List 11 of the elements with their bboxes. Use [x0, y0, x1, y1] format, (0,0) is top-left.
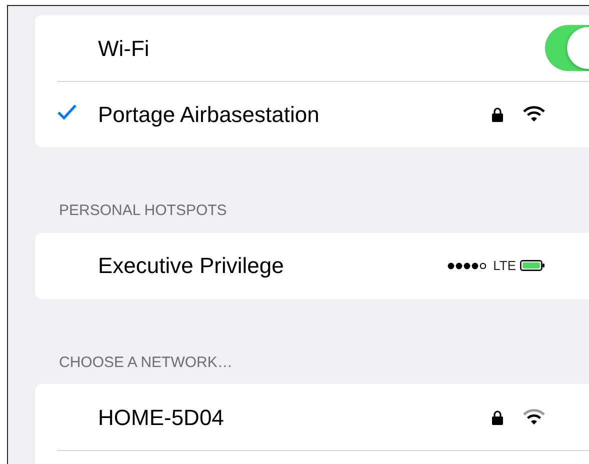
section-header: PERSONAL HOTSPOTS — [58, 201, 228, 221]
network-row[interactable]: HOME-5D04 — [35, 384, 589, 450]
carrier-label: LTE — [493, 256, 516, 275]
network-name: HOME-5D04 — [98, 404, 224, 432]
setting-label: Wi-Fi — [98, 34, 150, 62]
checkmark-icon — [57, 104, 77, 120]
battery-icon — [520, 260, 545, 271]
hotspot-name: Executive Privilege — [98, 252, 284, 280]
section-header: CHOOSE A NETWORK… — [58, 352, 234, 372]
network-name: Portage Airbasestation — [98, 100, 320, 129]
hotspot-row[interactable]: Executive Privilege LTE — [35, 232, 589, 298]
